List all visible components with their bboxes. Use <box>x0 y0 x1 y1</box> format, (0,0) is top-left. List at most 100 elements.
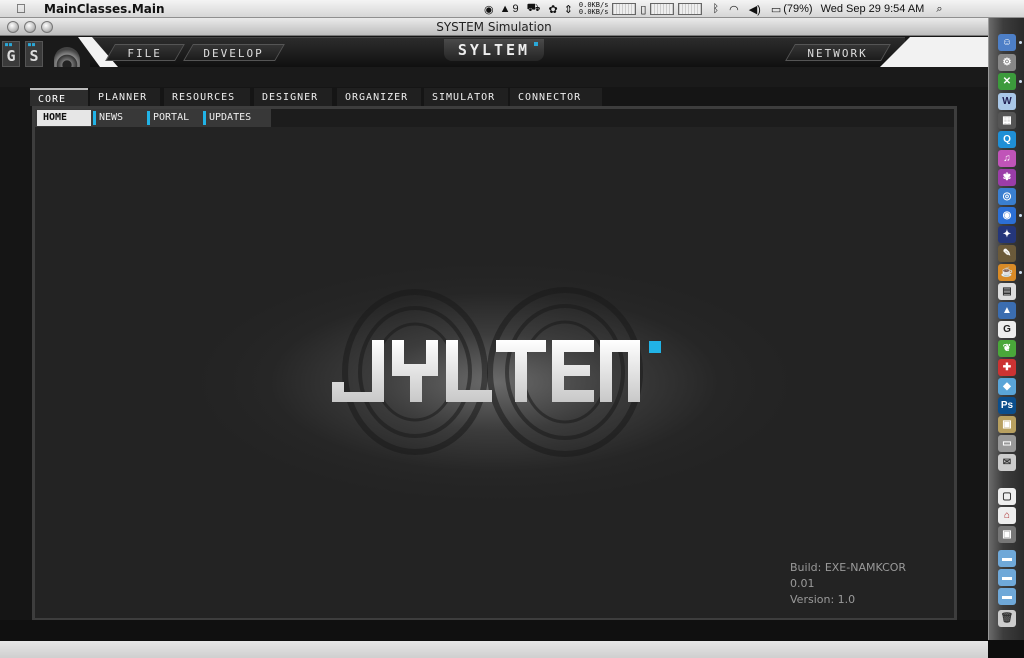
file-icon[interactable]: ▢ <box>998 488 1016 505</box>
memory-icon: ▯ <box>640 3 647 16</box>
tab-designer-label: DESIGNER <box>262 92 319 103</box>
subtab-portal[interactable]: PORTAL <box>147 110 203 126</box>
bluetooth-icon[interactable]: ᛒ <box>712 3 719 15</box>
g-app-icon[interactable]: G <box>998 321 1016 338</box>
tab-core-label: CORE <box>38 94 67 105</box>
header-logo-text: SYLTEM <box>457 41 531 59</box>
network-speed: 0.0KB/s 0.0KB/s <box>579 2 609 16</box>
app-menu[interactable]: MainClasses.Main <box>44 2 165 16</box>
script-icon[interactable]: ✉ <box>998 454 1016 471</box>
tab-designer[interactable]: DESIGNER <box>254 88 332 106</box>
preview-icon[interactable]: ▲ <box>998 302 1016 319</box>
g-button[interactable]: ■■ G <box>2 41 20 67</box>
subtab-updates-accent <box>203 111 206 125</box>
photoshop-icon[interactable]: Ps <box>998 397 1016 414</box>
window-title: SYSTEM Simulation <box>436 20 552 34</box>
app-window: SYSTEM Simulation ■■ G ■■ S FILE DEVELOP… <box>0 18 988 658</box>
webcam-icon[interactable]: ◉ <box>484 3 494 16</box>
documents-folder-icon[interactable]: ▬ <box>998 588 1016 605</box>
develop-menu[interactable]: DEVELOP <box>183 44 285 61</box>
firefox-icon[interactable]: ◉ <box>998 207 1016 224</box>
tab-connector[interactable]: CONNECTOR <box>510 88 602 106</box>
subtab-updates[interactable]: UPDATES <box>203 110 269 126</box>
running-indicator <box>1019 214 1022 217</box>
adobe-icon[interactable]: ▲ <box>500 3 511 15</box>
content-panel: HOME NEWS PORTAL UPDATES Build: EXE-NAMK… <box>32 106 957 621</box>
file-menu[interactable]: FILE <box>105 44 185 61</box>
adobe-count: 9 <box>512 3 519 15</box>
build-info: Build: EXE-NAMKCOR 0.01 Version: 1.0 <box>790 560 930 608</box>
status-icons: ◉ ▲ 9 ⛟ ✿ ⇕ 0.0KB/s 0.0KB/s ▯ ᛒ ◠ ◀) ▭ (… <box>484 0 943 18</box>
trash-icon[interactable]: 🗑 <box>998 610 1016 627</box>
file-label: FILE <box>127 47 162 60</box>
logo-accent-square <box>649 341 661 353</box>
spotlight-icon[interactable]: ⌕ <box>936 3 942 16</box>
tab-planner[interactable]: PLANNER <box>90 88 160 106</box>
spiral-icon[interactable] <box>54 47 80 67</box>
tab-resources[interactable]: RESOURCES <box>164 88 250 106</box>
subtab-home-label: HOME <box>43 112 68 123</box>
tab-simulator[interactable]: SIMULATOR <box>424 88 508 106</box>
cube-icon[interactable]: ◆ <box>998 378 1016 395</box>
subtab-news-accent <box>93 111 96 125</box>
truck-icon[interactable]: ⛟ <box>527 2 541 16</box>
java-icon[interactable]: ☕ <box>998 264 1016 281</box>
battery-icon[interactable]: ▭ <box>771 3 781 16</box>
photo-icon[interactable]: ✾ <box>998 169 1016 186</box>
downloads-folder-icon[interactable]: ▬ <box>998 569 1016 586</box>
updown-icon[interactable]: ⇕ <box>564 3 573 16</box>
system-prefs-icon[interactable]: ⚙ <box>998 54 1016 71</box>
network-menu[interactable]: NETWORK <box>785 44 891 61</box>
g-label: G <box>6 47 16 65</box>
subtab-portal-label: PORTAL <box>153 112 190 123</box>
subtab-news-label: NEWS <box>99 112 124 123</box>
apple-logo-icon[interactable]:  <box>16 1 26 16</box>
subtab-news[interactable]: NEWS <box>93 110 145 126</box>
s-button[interactable]: ■■ S <box>25 41 43 67</box>
network-graph[interactable] <box>678 3 703 15</box>
film-icon[interactable]: ▦ <box>998 112 1016 129</box>
document-icon[interactable]: ▤ <box>998 283 1016 300</box>
tab-organizer-label: ORGANIZER <box>345 92 409 103</box>
subtab-home[interactable]: HOME <box>37 110 91 126</box>
menu-bar:  MainClasses.Main ◉ ▲ 9 ⛟ ✿ ⇕ 0.0KB/s 0… <box>0 0 1024 18</box>
subtab-updates-label: UPDATES <box>209 112 252 123</box>
running-indicator <box>1019 271 1022 274</box>
build-label: Build: EXE-NAMKCOR 0.01 <box>790 561 907 590</box>
word-icon[interactable]: W <box>998 93 1016 110</box>
splash-stage: Build: EXE-NAMKCOR 0.01 Version: 1.0 <box>35 127 954 618</box>
tab-organizer[interactable]: ORGANIZER <box>337 88 421 106</box>
clock[interactable]: Wed Sep 29 9:54 AM <box>821 3 925 15</box>
running-indicator <box>1019 41 1022 44</box>
pen-icon[interactable]: ✎ <box>998 245 1016 262</box>
net-down: 0.0KB/s <box>578 8 609 16</box>
tab-core[interactable]: CORE <box>30 88 88 106</box>
folder-icon[interactable]: ▬ <box>998 550 1016 567</box>
module-tab-bar: CORE PLANNER RESOURCES DESIGNER ORGANIZE… <box>0 88 988 106</box>
volume-icon[interactable]: ◀) <box>749 3 761 16</box>
bottom-strip <box>0 620 988 640</box>
cpu-graph[interactable] <box>612 3 637 15</box>
home-icon[interactable]: ⌂ <box>998 507 1016 524</box>
quicktime-icon[interactable]: Q <box>998 131 1016 148</box>
title-bar[interactable]: SYSTEM Simulation <box>0 18 988 36</box>
g-indicator: ■■ <box>5 42 14 48</box>
paw-icon[interactable]: ✿ <box>548 3 557 16</box>
tab-simulator-label: SIMULATOR <box>432 92 496 103</box>
safari-icon[interactable]: ◎ <box>998 188 1016 205</box>
xcode-icon[interactable]: ✕ <box>998 73 1016 90</box>
archive-icon[interactable]: ▣ <box>998 416 1016 433</box>
finder-icon[interactable]: ☺ <box>998 34 1016 51</box>
disk-graph[interactable] <box>650 3 675 15</box>
version-label: Version: 1.0 <box>790 593 856 606</box>
eclipse-icon[interactable]: ✦ <box>998 226 1016 243</box>
leaf-icon[interactable]: ❦ <box>998 340 1016 357</box>
terminal-icon[interactable]: ▭ <box>998 435 1016 452</box>
develop-label: DEVELOP <box>203 47 264 60</box>
box-icon[interactable]: ▣ <box>998 526 1016 543</box>
itunes-icon[interactable]: ♫ <box>998 150 1016 167</box>
tool-icon[interactable]: ✚ <box>998 359 1016 376</box>
tab-planner-label: PLANNER <box>98 92 148 103</box>
wifi-icon[interactable]: ◠ <box>729 3 739 16</box>
tab-resources-label: RESOURCES <box>172 92 236 103</box>
